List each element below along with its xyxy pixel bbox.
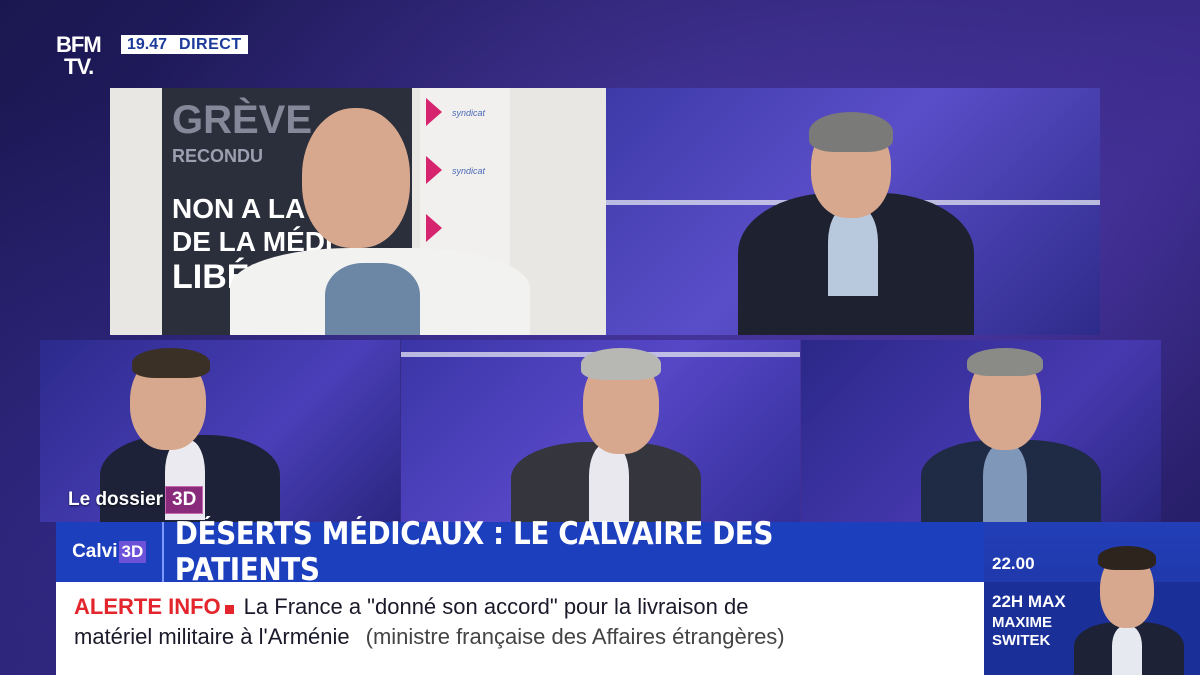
program-badge: 3D bbox=[118, 541, 147, 563]
host-last-name: SWITEK bbox=[992, 632, 1051, 649]
program-name: Calvi bbox=[72, 541, 118, 562]
segment-badge: 3D bbox=[165, 486, 204, 514]
ticker-line-1: ALERTE INFO La France a "donné son accor… bbox=[74, 594, 748, 620]
alert-text: ALERTE INFO bbox=[74, 594, 221, 619]
ticker-headline-1: La France a "donné son accord" pour la l… bbox=[243, 594, 749, 619]
logo-line-2: TV. bbox=[64, 54, 94, 79]
segment-tag: Le dossier 3D bbox=[68, 482, 204, 518]
channel-logo: BFM TV. bbox=[56, 34, 102, 79]
segment-label: Le dossier bbox=[68, 489, 164, 510]
live-label: DIRECT bbox=[179, 35, 242, 53]
headline-title: DÉSERTS MÉDICAUX : LE CALVAIRE DES PATIE… bbox=[175, 516, 774, 588]
syndicate-logo: syndicat bbox=[426, 92, 506, 136]
video-panel-guest-center bbox=[401, 340, 800, 522]
ticker-source: (ministre française des Affaires étrangè… bbox=[365, 624, 785, 649]
syndicate-logo: syndicat bbox=[426, 150, 506, 194]
clock-time: 19.47 bbox=[127, 35, 168, 53]
host-first-name: MAXIME bbox=[992, 614, 1052, 631]
syndicate-text: syndicat bbox=[452, 108, 486, 118]
syndicate-text: syndicat bbox=[452, 166, 486, 176]
syndicate-logo bbox=[426, 208, 506, 252]
next-show-box: 22.00 22H MAX MAXIME SWITEK bbox=[984, 522, 1200, 675]
next-show-time: 22.00 bbox=[992, 554, 1035, 573]
video-panel-guest-right bbox=[801, 340, 1161, 522]
video-panel-remote-guest: GRÈVE RECONDU NON A LA DE LA MÉDI LIBÉR … bbox=[110, 88, 606, 335]
ticker-line-2: matériel militaire à l'Arménie (ministre … bbox=[74, 624, 785, 650]
headline-banner: Calvi 3D DÉSERTS MÉDICAUX : LE CALVAIRE D… bbox=[56, 516, 984, 588]
news-ticker: ALERTE INFO La France a "donné son accor… bbox=[56, 582, 984, 675]
poster-text: RECONDU bbox=[172, 146, 264, 166]
ticker-headline-2: matériel militaire à l'Arménie bbox=[74, 624, 350, 649]
alert-label: ALERTE INFO bbox=[74, 594, 234, 620]
alert-dot-icon bbox=[224, 605, 234, 614]
program-logo: Calvi 3D bbox=[56, 522, 165, 582]
poster-text: GRÈVE bbox=[172, 98, 313, 142]
poster-text: NON A LA bbox=[172, 193, 306, 224]
video-panel-presenter bbox=[606, 88, 1100, 335]
live-clock: 19.47 DIRECT bbox=[121, 35, 248, 54]
next-show-title: 22H MAX bbox=[992, 592, 1066, 611]
